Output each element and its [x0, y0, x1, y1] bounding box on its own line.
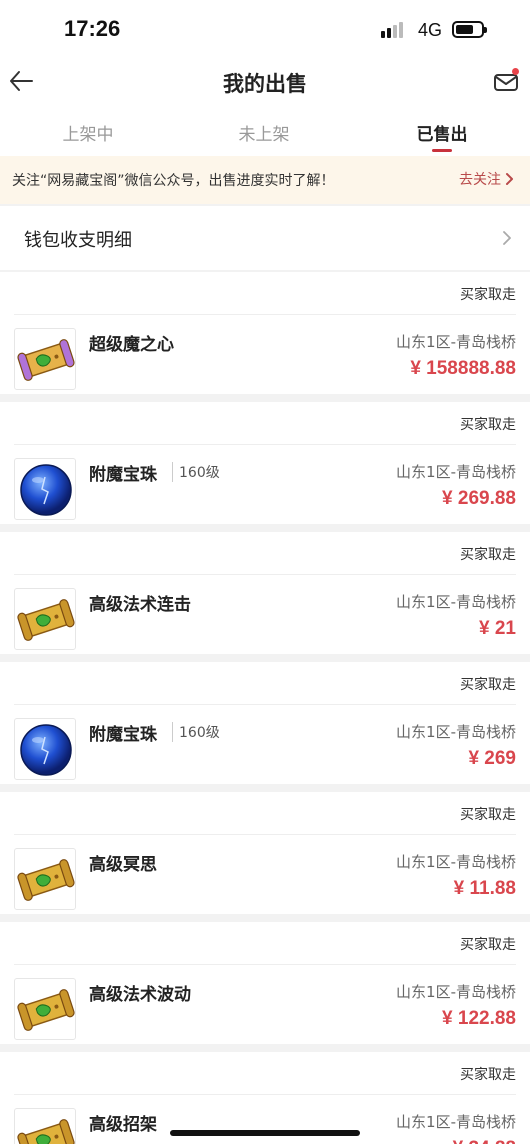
item-price: ¥ 269	[468, 748, 516, 769]
order-status: 买家取走	[460, 677, 516, 693]
item-name: 超级魔之心	[89, 335, 174, 355]
signal-icon	[381, 22, 409, 38]
status-bar: 17:26 4G	[0, 0, 530, 56]
item-server: 山东1区-青岛栈桥	[396, 593, 516, 611]
item-name: 高级法术连击	[89, 595, 191, 615]
home-indicator	[170, 1130, 360, 1136]
wallet-details-row[interactable]: 钱包收支明细	[0, 206, 530, 270]
order-status: 买家取走	[460, 547, 516, 563]
order-card[interactable]: 买家取走 附魔宝珠 160级 山东1区-青岛栈桥 ¥ 269	[0, 662, 530, 784]
chevron-right-icon	[506, 173, 513, 185]
item-price: ¥ 158888.88	[410, 358, 516, 379]
order-card[interactable]: 买家取走 高级法术连击 山东1区-青岛栈桥 ¥ 21	[0, 532, 530, 654]
status-time: 17:26	[64, 16, 121, 41]
scroll-gold-icon	[15, 989, 75, 1039]
order-status: 买家取走	[460, 1067, 516, 1083]
tab-unlisted[interactable]: 未上架	[204, 120, 324, 145]
order-card[interactable]: 买家取走 附魔宝珠 160级 山东1区-青岛栈桥 ¥ 269.88	[0, 402, 530, 524]
item-thumbnail	[14, 588, 76, 650]
tab-indicator	[432, 149, 452, 152]
divider	[14, 314, 516, 315]
notice-banner: 关注“网易藏宝阁”微信公众号，出售进度实时了解！ 去关注	[0, 156, 530, 204]
item-name: 附魔宝珠	[89, 725, 157, 745]
divider	[14, 444, 516, 445]
notice-text: 关注“网易藏宝阁”微信公众号，出售进度实时了解！	[12, 173, 335, 189]
follow-link[interactable]: 去关注	[459, 169, 514, 189]
item-price: ¥ 34.88	[453, 1138, 516, 1144]
divider	[14, 964, 516, 965]
network-label: 4G	[418, 20, 443, 40]
order-status: 买家取走	[460, 807, 516, 823]
battery-icon	[452, 21, 487, 38]
item-name: 高级冥思	[89, 855, 157, 875]
divider	[14, 834, 516, 835]
item-thumbnail	[14, 458, 76, 520]
item-server: 山东1区-青岛栈桥	[396, 1113, 516, 1131]
wallet-label: 钱包收支明细	[24, 230, 132, 251]
divider	[14, 704, 516, 705]
tab-sold[interactable]: 已售出	[382, 120, 502, 145]
divider	[14, 1094, 516, 1095]
notification-dot	[512, 68, 519, 75]
tab-bar: 上架中 未上架 已售出	[0, 108, 530, 156]
item-server: 山东1区-青岛栈桥	[396, 463, 516, 481]
scroll-gold-icon	[15, 599, 75, 649]
blue-orb-icon	[15, 464, 75, 519]
item-server: 山东1区-青岛栈桥	[396, 333, 516, 351]
chevron-right-icon	[503, 231, 511, 245]
item-price: ¥ 122.88	[442, 1008, 516, 1029]
item-price: ¥ 269.88	[442, 488, 516, 509]
item-thumbnail	[14, 328, 76, 390]
order-card[interactable]: 买家取走 高级冥思 山东1区-青岛栈桥 ¥ 11.88	[0, 792, 530, 914]
item-price: ¥ 21	[479, 618, 516, 639]
item-server: 山东1区-青岛栈桥	[396, 723, 516, 741]
item-server: 山东1区-青岛栈桥	[396, 983, 516, 1001]
nav-bar: 我的出售	[0, 56, 530, 108]
order-card[interactable]: 买家取走 超级魔之心 山东1区-青岛栈桥 ¥ 158888.88	[0, 272, 530, 394]
divider	[14, 574, 516, 575]
page-title: 我的出售	[223, 72, 307, 96]
tab-listed[interactable]: 上架中	[28, 120, 148, 145]
item-price: ¥ 11.88	[453, 878, 516, 899]
scroll-gold-icon	[15, 859, 75, 909]
order-status: 买家取走	[460, 417, 516, 433]
order-status: 买家取走	[460, 937, 516, 953]
item-thumbnail	[14, 978, 76, 1040]
item-name: 高级法术波动	[89, 985, 191, 1005]
item-name: 高级招架	[89, 1115, 157, 1135]
item-thumbnail	[14, 718, 76, 780]
follow-label: 去关注	[459, 172, 501, 188]
item-name: 附魔宝珠	[89, 465, 157, 485]
item-level: 160级	[172, 722, 220, 742]
item-level: 160级	[172, 462, 220, 482]
item-thumbnail	[14, 1108, 76, 1144]
item-server: 山东1区-青岛栈桥	[396, 853, 516, 871]
scroll-purple-icon	[15, 339, 75, 389]
order-status: 买家取走	[460, 287, 516, 303]
item-thumbnail	[14, 848, 76, 910]
blue-orb-icon	[15, 724, 75, 779]
order-card[interactable]: 买家取走 高级法术波动 山东1区-青岛栈桥 ¥ 122.88	[0, 922, 530, 1044]
